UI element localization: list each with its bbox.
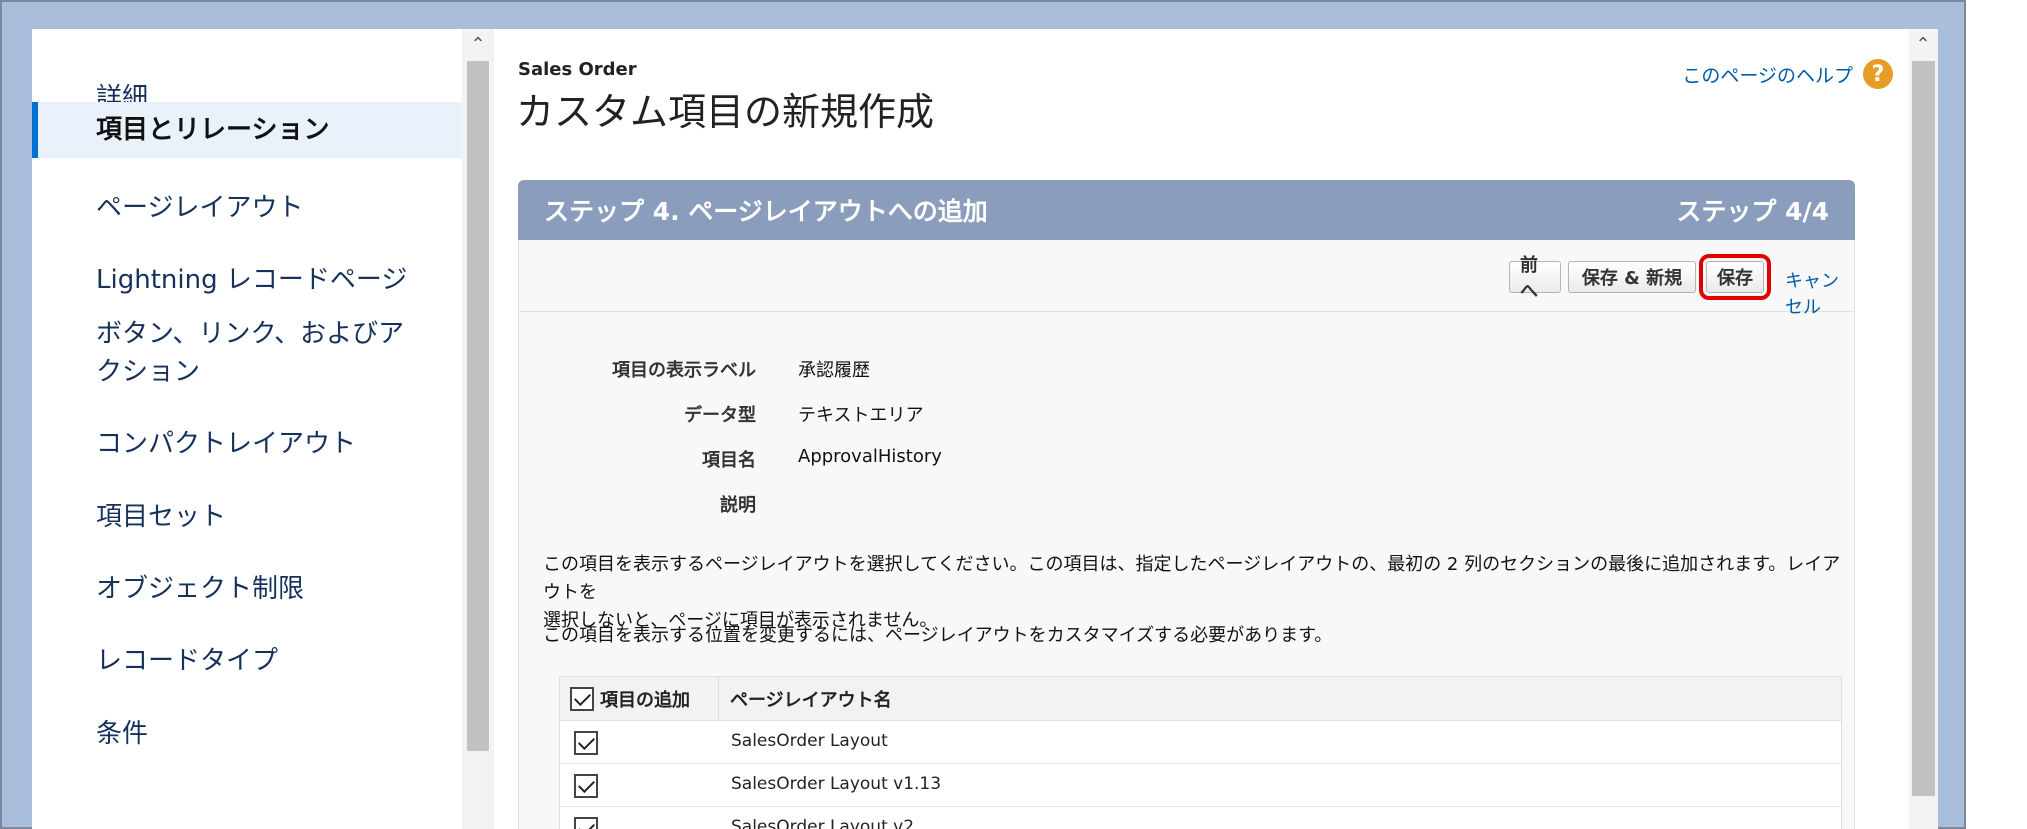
button-row: 前へ 保存 & 新規 保存 キャンセル — [519, 240, 1854, 318]
sidebar-item-label: オブジェクト制限 — [96, 574, 305, 604]
main-scrollbar[interactable]: ⌃ — [1909, 29, 1938, 829]
sidebar-item-field-sets[interactable]: 項目セット — [32, 492, 462, 542]
field-type-value: テキストエリア — [798, 405, 924, 426]
field-name-value: ApprovalHistory — [798, 446, 942, 467]
sidebar-item-object-limits[interactable]: オブジェクト制限 — [32, 564, 462, 614]
sidebar-item-label: ボタン、リンク、およびア — [96, 319, 405, 349]
layout-checkbox[interactable] — [574, 731, 598, 755]
table-row: SalesOrder Layout v1.13 — [560, 764, 1841, 807]
field-row-label: 項目の表示ラベル 承認履歴 — [519, 356, 1854, 386]
help-icon[interactable]: ? — [1863, 59, 1893, 89]
help-area: このページのヘルプ ? — [1682, 59, 1893, 89]
main-content: Sales Order カスタム項目の新規作成 このページのヘルプ ? ステップ… — [494, 29, 1907, 829]
field-label-label: 項目の表示ラベル — [612, 360, 756, 381]
page-layout-table: 項目の追加 ページレイアウト名 SalesOrder Layout SalesO… — [559, 676, 1842, 829]
sidebar-item-conditions[interactable]: 条件 — [32, 709, 462, 759]
sidebar-item-label: コンパクトレイアウト — [96, 429, 357, 459]
sidebar-scrollbar-thumb[interactable] — [467, 61, 489, 751]
cancel-link[interactable]: キャンセル — [1785, 267, 1854, 319]
step-counter: ステップ 4/4 — [1676, 197, 1829, 226]
sidebar-item-label: クション — [96, 357, 201, 387]
sidebar-item-record-types[interactable]: レコードタイプ — [32, 636, 462, 686]
sidebar-item-label: 項目とリレーション — [96, 115, 330, 145]
field-name-label: 項目名 — [702, 450, 756, 471]
sidebar-item-buttons-links-actions[interactable]: ボタン、リンク、およびア クション — [32, 313, 462, 393]
instruction-text-position: この項目を表示する位置を変更するには、ページレイアウトをカスタマイズする必要があ… — [543, 625, 1333, 646]
layout-name: SalesOrder Layout — [731, 731, 888, 751]
save-and-new-button[interactable]: 保存 & 新規 — [1568, 261, 1696, 293]
scroll-up-arrow-icon[interactable]: ⌃ — [1910, 31, 1936, 57]
sidebar-scrollbar[interactable]: ⌃ — [462, 29, 494, 829]
header-add-label: 項目の追加 — [600, 690, 690, 711]
object-name: Sales Order — [518, 59, 637, 80]
sidebar-item-lightning-record-pages[interactable]: Lightning レコードページ — [32, 255, 462, 305]
field-row-description: 説明 — [519, 491, 1854, 521]
sidebar-item-label: Lightning レコードページ — [96, 265, 408, 295]
table-header: 項目の追加 ページレイアウト名 — [560, 677, 1841, 721]
sidebar-item-label: 条件 — [96, 719, 149, 749]
step-header: ステップ 4. ページレイアウトへの追加 ステップ 4/4 — [518, 180, 1855, 240]
step-body: 前へ 保存 & 新規 保存 キャンセル 項目の表示ラベル 承認履歴 データ型 テ… — [518, 240, 1855, 829]
sidebar-item-label: ページレイアウト — [96, 193, 304, 223]
instruction-line: この項目を表示するページレイアウトを選択してください。この項目は、指定したページ… — [543, 554, 1841, 603]
scroll-up-arrow-icon[interactable]: ⌃ — [465, 31, 491, 57]
previous-button[interactable]: 前へ — [1509, 255, 1561, 302]
window-frame: 詳細 項目とリレーション ページレイアウト Lightning レコードページ … — [0, 0, 1966, 829]
select-all-checkbox[interactable] — [570, 687, 594, 711]
header-add-column: 項目の追加 — [570, 677, 690, 721]
sidebar-item-page-layouts[interactable]: ページレイアウト — [32, 183, 462, 233]
table-row: SalesOrder Layout v2 — [560, 807, 1841, 829]
sidebar-item-label: 項目セット — [96, 502, 227, 532]
field-label-value: 承認履歴 — [798, 360, 870, 381]
step-title: ステップ 4. ページレイアウトへの追加 — [544, 197, 988, 226]
field-row-name: 項目名 ApprovalHistory — [519, 446, 1854, 476]
save-button[interactable]: 保存 — [1699, 254, 1771, 300]
page-title: カスタム項目の新規作成 — [516, 90, 935, 134]
help-link[interactable]: このページのヘルプ — [1682, 61, 1853, 88]
object-manager-sidebar: 詳細 項目とリレーション ページレイアウト Lightning レコードページ … — [32, 29, 462, 829]
field-row-type: データ型 テキストエリア — [519, 401, 1854, 431]
layout-checkbox[interactable] — [574, 817, 598, 829]
main-scrollbar-thumb[interactable] — [1912, 61, 1935, 796]
header-name-label: ページレイアウト名 — [730, 690, 892, 711]
setup-panel: 詳細 項目とリレーション ページレイアウト Lightning レコードページ … — [32, 29, 1938, 829]
field-description-label: 説明 — [720, 495, 756, 516]
column-divider — [718, 677, 719, 721]
sidebar-item-label: レコードタイプ — [96, 646, 279, 676]
layout-name: SalesOrder Layout v1.13 — [731, 774, 942, 794]
field-type-label: データ型 — [684, 405, 756, 426]
layout-name: SalesOrder Layout v2 — [731, 817, 915, 829]
table-row: SalesOrder Layout — [560, 721, 1841, 764]
sidebar-item-fields-relationships[interactable]: 項目とリレーション — [32, 102, 462, 158]
sidebar-item-compact-layouts[interactable]: コンパクトレイアウト — [32, 419, 462, 469]
layout-checkbox[interactable] — [574, 774, 598, 798]
